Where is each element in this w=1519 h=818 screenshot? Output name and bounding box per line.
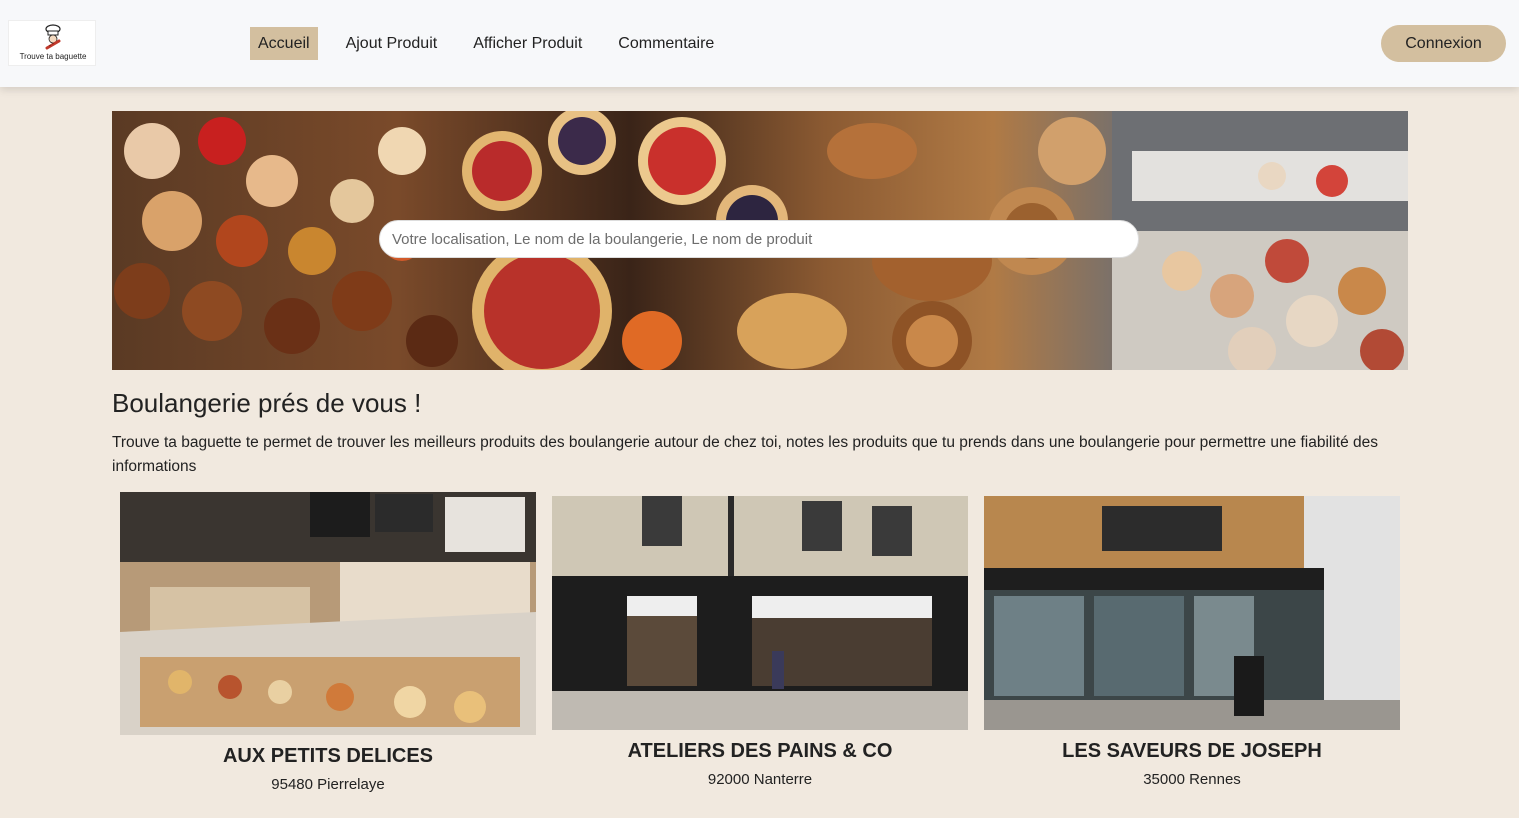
logo[interactable]: Trouve ta baguette xyxy=(8,20,96,66)
bakery-name[interactable]: AUX PETITS DELICES xyxy=(120,745,536,768)
chef-baguette-icon xyxy=(45,24,61,50)
nav-link-ajout-produit[interactable]: Ajout Produit xyxy=(338,27,446,60)
page-title: Boulangerie prés de vous ! xyxy=(112,388,422,418)
nav-link-commentaire[interactable]: Commentaire xyxy=(610,27,722,60)
bakery-city: 35000 Rennes xyxy=(1143,771,1241,788)
bakery-image[interactable] xyxy=(552,496,968,730)
bakery-card[interactable]: AUX PETITS DELICES 95480 Pierrelaye xyxy=(120,492,536,793)
nav-link-accueil[interactable]: Accueil xyxy=(250,27,318,60)
bakery-name[interactable]: ATELIERS DES PAINS & CO xyxy=(552,740,968,763)
intro-text: Trouve ta baguette te permet de trouver … xyxy=(112,434,1379,475)
logo-text: Trouve ta baguette xyxy=(19,52,87,61)
bakery-card[interactable]: ATELIERS DES PAINS & CO 92000 Nanterre xyxy=(552,496,968,788)
nav-links: Accueil Ajout Produit Afficher Produit C… xyxy=(250,27,742,60)
bakery-city: 92000 Nanterre xyxy=(707,771,813,788)
bakery-card[interactable]: LES SAVEURS DE JOSEPH 35000 Rennes xyxy=(984,496,1400,788)
bakery-name[interactable]: LES SAVEURS DE JOSEPH xyxy=(984,740,1400,763)
bakery-image[interactable] xyxy=(120,492,536,735)
search-input[interactable] xyxy=(379,220,1139,258)
nav-link-afficher-produit[interactable]: Afficher Produit xyxy=(465,27,590,60)
navbar: Trouve ta baguette Accueil Ajout Produit… xyxy=(0,0,1519,87)
bakery-city: 95480 Pierrelaye xyxy=(271,776,385,793)
login-button[interactable]: Connexion xyxy=(1381,25,1506,62)
bakery-image[interactable] xyxy=(984,496,1400,730)
